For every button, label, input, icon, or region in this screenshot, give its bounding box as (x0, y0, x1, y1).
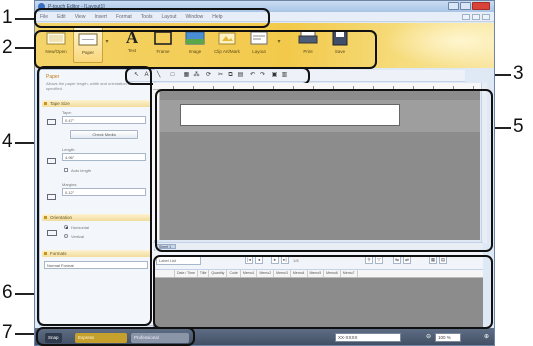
menu-bar-highlight (34, 8, 270, 28)
callout-1: 1 (2, 7, 13, 28)
zoom-in-icon[interactable]: ⊕ (483, 334, 490, 341)
doc-minimize-button[interactable] (462, 14, 470, 20)
callout-4: 4 (2, 131, 13, 152)
callout-5: 5 (513, 116, 524, 137)
callout-7: 7 (2, 322, 13, 343)
zoom-out-icon[interactable]: ⊖ (425, 334, 432, 341)
property-dock-highlight (37, 66, 152, 326)
database-view-highlight (153, 255, 493, 329)
zoom-select[interactable]: 100 % (435, 333, 461, 342)
doc-restore-button[interactable] (472, 14, 480, 20)
close-button[interactable] (472, 2, 490, 10)
doc-close-button[interactable] (482, 14, 490, 20)
callout-3: 3 (513, 63, 524, 84)
command-bar-highlight (34, 30, 377, 69)
callout-6: 6 (2, 282, 13, 303)
minimize-button[interactable] (448, 2, 459, 10)
printer-select[interactable]: XX-XXXX (335, 333, 401, 342)
editing-area-highlight (155, 89, 493, 252)
maximize-button[interactable] (460, 2, 471, 10)
callout-2: 2 (2, 37, 13, 58)
ribbon-decoration (384, 23, 494, 68)
status-bar-highlight (36, 327, 195, 346)
window-controls (448, 2, 490, 10)
